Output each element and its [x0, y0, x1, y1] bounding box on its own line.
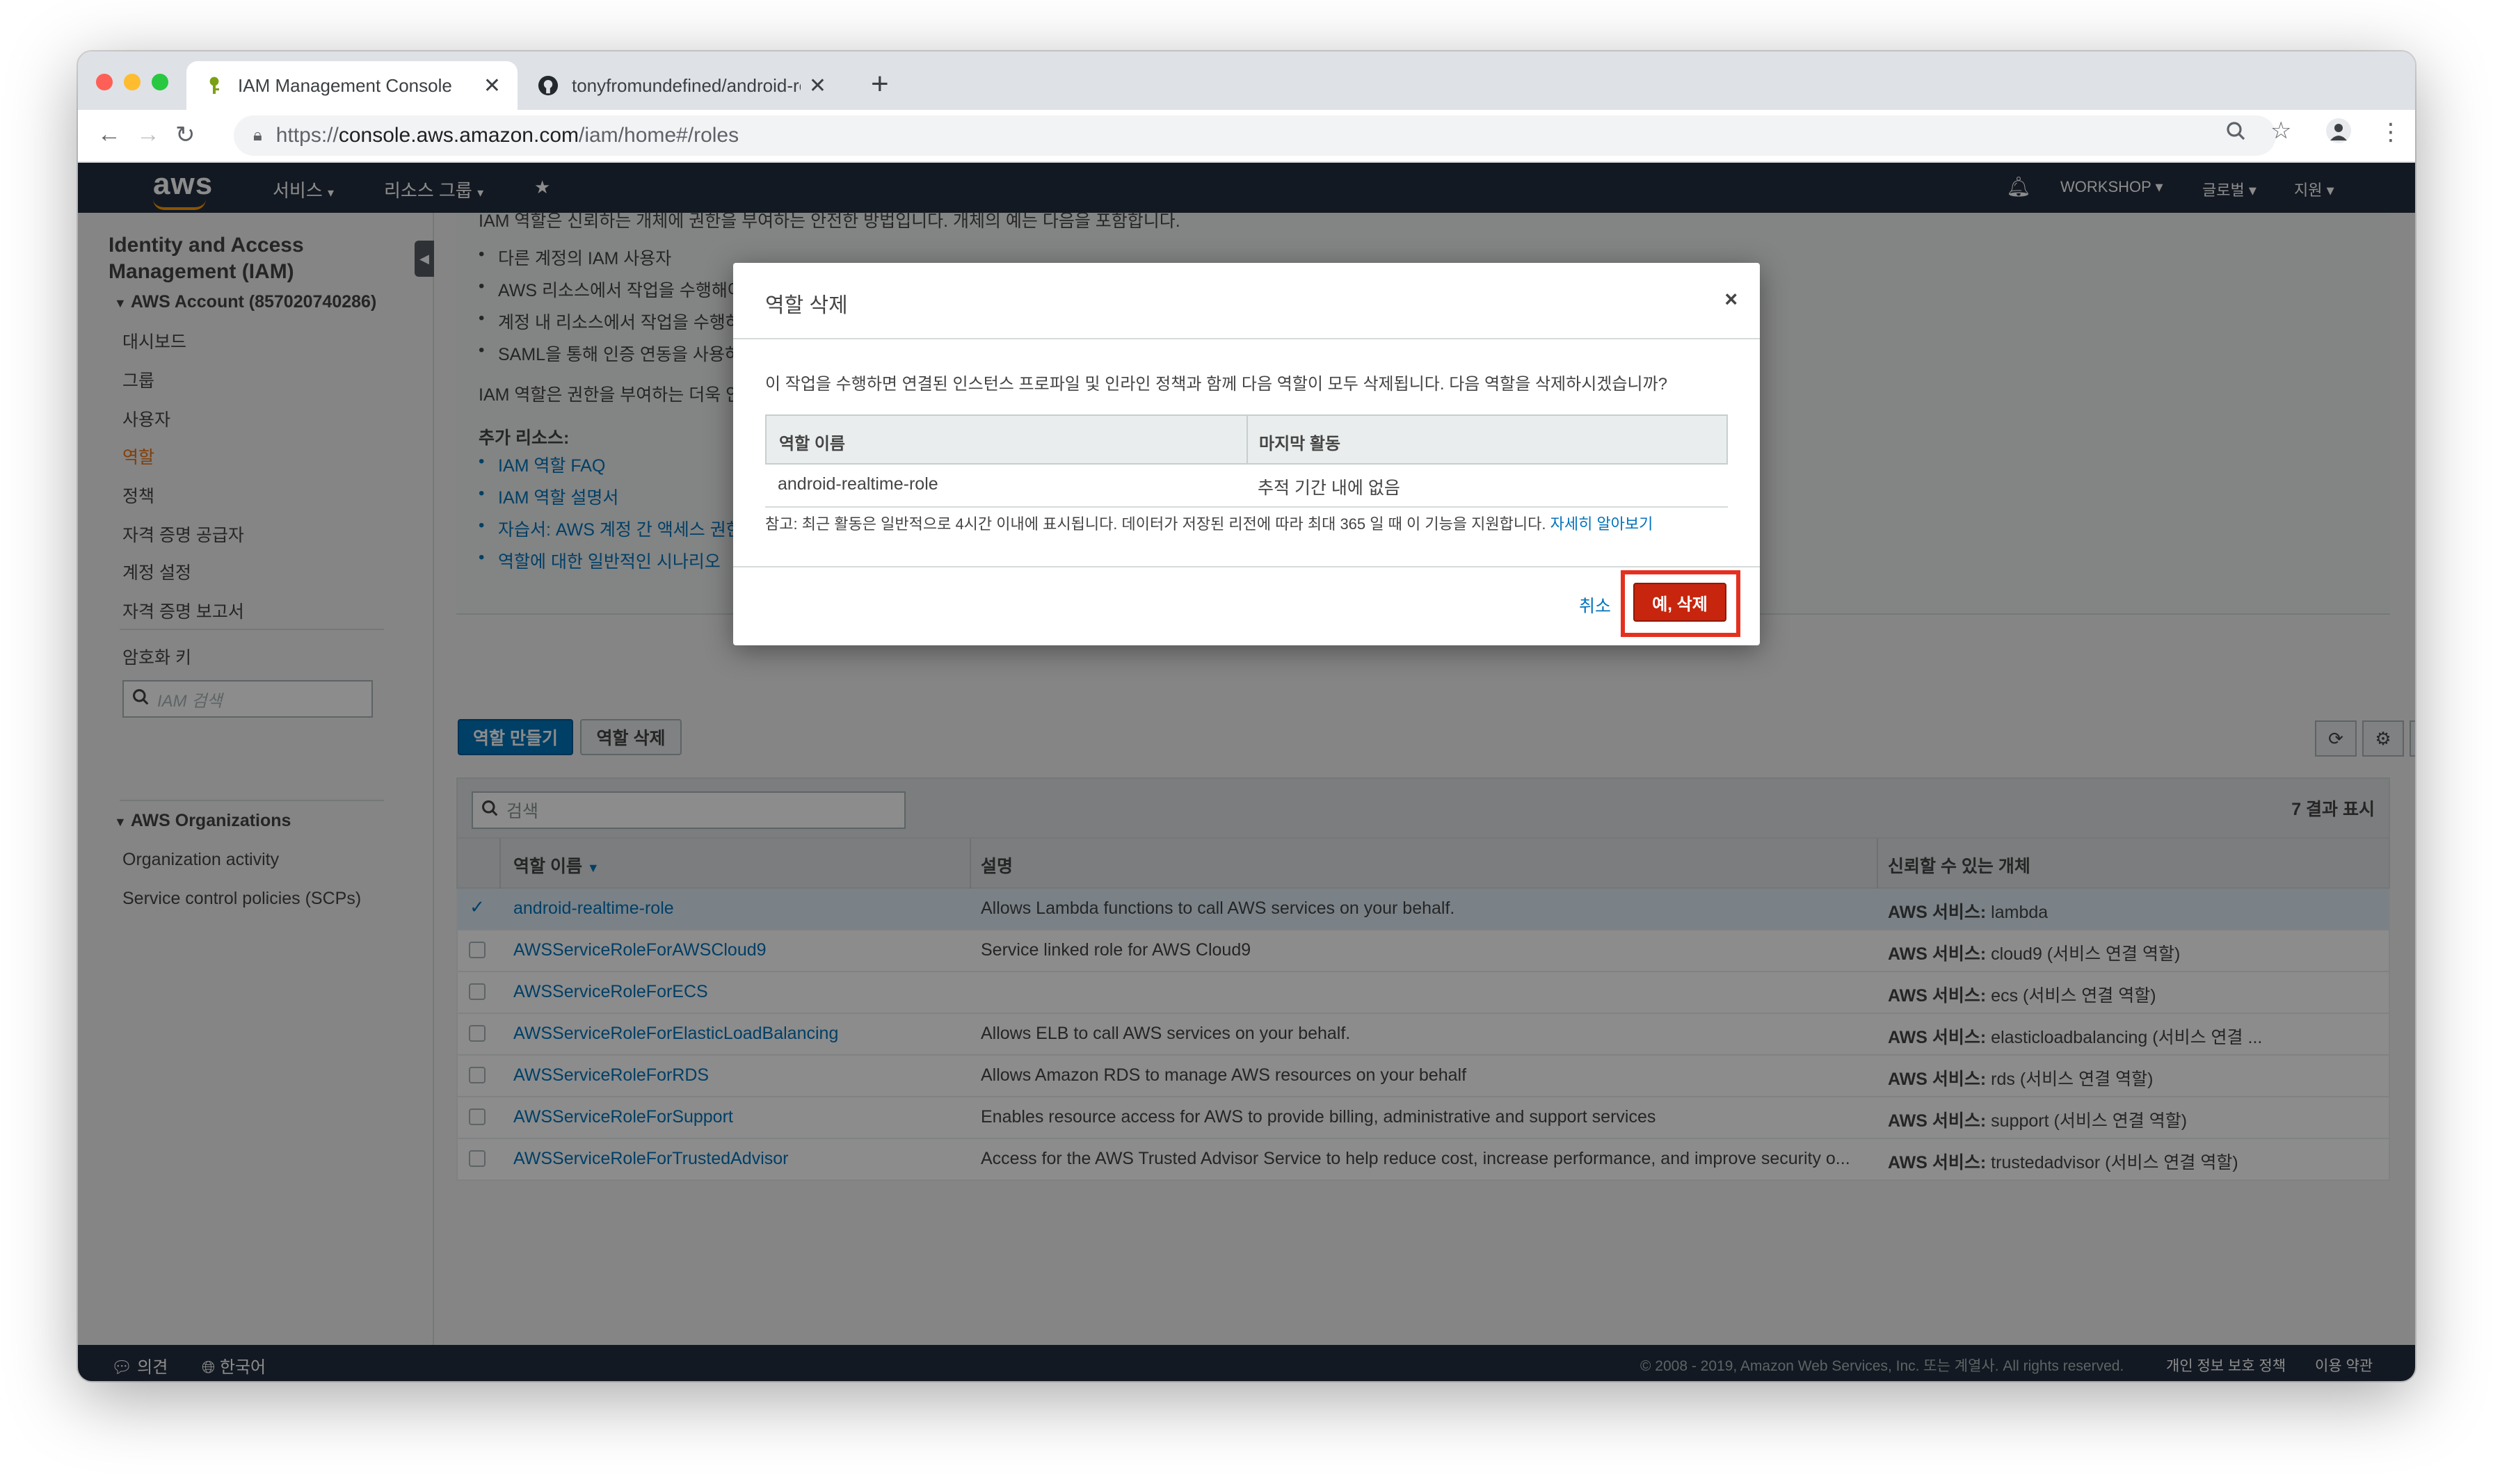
dialog-header: 역할 삭제 × [733, 263, 1760, 339]
cancel-button[interactable]: 취소 [1579, 592, 1611, 618]
browser-toolbar: ← → ↻ 🔒︎ https://console.aws.amazon.com /… [78, 110, 2415, 163]
dialog-footer: 취소 예, 삭제 [733, 566, 1760, 647]
tab-strip: IAM Management Console ✕ tonyfromundefin… [78, 51, 2415, 110]
browser-window: IAM Management Console ✕ tonyfromundefin… [78, 51, 2415, 1381]
address-bar[interactable]: 🔒︎ https://console.aws.amazon.com/iam/ho… [234, 115, 2276, 156]
dialog-note-text: 참고: 최근 활동은 일반적으로 4시간 이내에 표시됩니다. 데이터가 저장된… [765, 515, 1546, 533]
url-host: console.aws.amazon.com [338, 124, 579, 147]
close-tab-icon[interactable]: ✕ [809, 74, 826, 98]
minimize-window-button[interactable] [124, 74, 141, 90]
github-icon [537, 74, 559, 97]
tab-iam-console[interactable]: IAM Management Console ✕ [186, 61, 518, 110]
reload-icon[interactable]: ↻ [175, 121, 195, 149]
forward-arrow-icon[interactable]: → [136, 121, 160, 148]
tab-github[interactable]: tonyfromundefined/android-re ✕ [520, 61, 843, 110]
close-icon[interactable]: × [1724, 287, 1738, 312]
dialog-col-last-activity: 마지막 활동 [1259, 435, 1341, 453]
dialog-note: 참고: 최근 활동은 일반적으로 4시간 이내에 표시됩니다. 데이터가 저장된… [765, 512, 1653, 534]
close-tab-icon[interactable]: ✕ [483, 74, 501, 98]
iam-key-icon [203, 74, 225, 97]
confirm-delete-button[interactable]: 예, 삭제 [1633, 583, 1726, 622]
delete-role-dialog: 역할 삭제 × 이 작업을 수행하면 연결된 인스턴스 프로파일 및 인라인 정… [733, 263, 1760, 645]
dialog-role-activity: 추적 기간 내에 없음 [1258, 478, 1400, 498]
new-tab-button[interactable]: + [871, 67, 889, 102]
dialog-message: 이 작업을 수행하면 연결된 인스턴스 프로파일 및 인라인 정책과 함께 다음… [765, 375, 1667, 394]
profile-avatar[interactable] [2326, 118, 2351, 150]
dialog-col-role-name: 역할 이름 [779, 435, 845, 453]
learn-more-link[interactable]: 자세히 알아보기 [1550, 515, 1653, 533]
dialog-table-header: 역할 이름 마지막 활동 [765, 414, 1728, 465]
bookmark-star-icon[interactable]: ☆ [2270, 117, 2291, 145]
url-path: /iam/home#/roles [579, 124, 739, 147]
url-scheme: https:// [275, 124, 339, 147]
dialog-title: 역할 삭제 [765, 294, 848, 317]
tab-title: tonyfromundefined/android-re [572, 74, 801, 96]
browser-menu-icon[interactable]: ⋮ [2379, 118, 2403, 146]
lock-icon: 🔒︎ [253, 126, 262, 145]
tab-title: IAM Management Console [238, 74, 452, 96]
maximize-window-button[interactable] [152, 74, 168, 90]
dialog-role-name: android-realtime-role [778, 474, 938, 494]
close-window-button[interactable] [96, 74, 113, 90]
back-arrow-icon[interactable]: ← [97, 121, 121, 148]
dialog-table-row: android-realtime-role 추적 기간 내에 없음 [765, 465, 1728, 508]
zoom-search-icon[interactable] [2226, 120, 2245, 147]
